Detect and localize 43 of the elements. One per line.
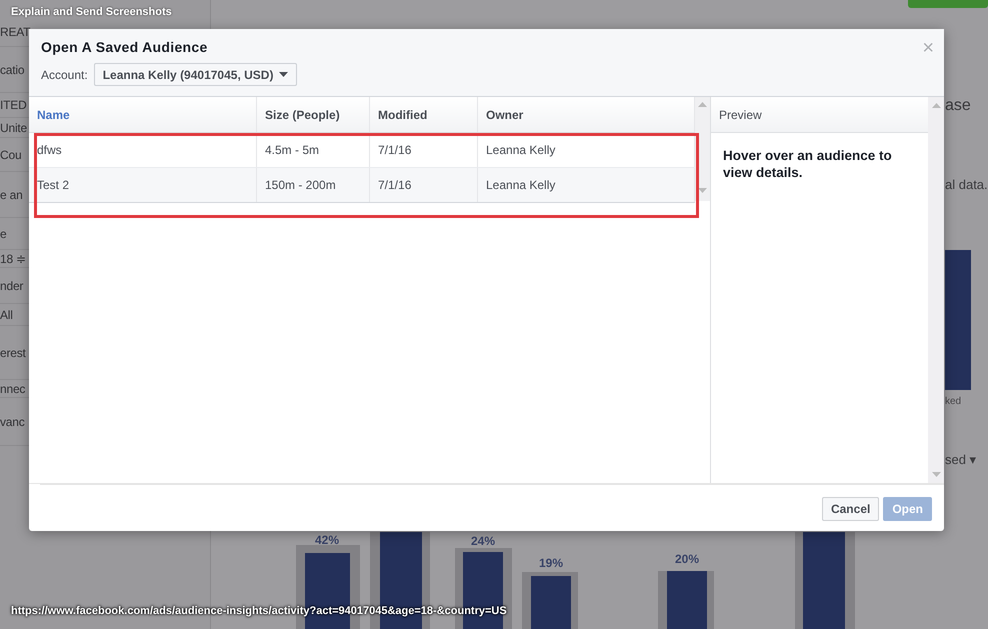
percent-label: 19% bbox=[538, 556, 564, 570]
scroll-down-icon[interactable] bbox=[932, 472, 940, 477]
tool-title: Explain and Send Screenshots bbox=[11, 6, 172, 18]
table-cell: 150m - 200m bbox=[257, 168, 370, 202]
percent-label: 20% bbox=[674, 552, 700, 566]
scrollbar[interactable] bbox=[928, 97, 944, 483]
percent-label: 42% bbox=[314, 533, 340, 547]
percent-label: 24% bbox=[470, 534, 496, 548]
action-button[interactable] bbox=[908, 0, 988, 8]
account-dropdown[interactable]: Leanna Kelly (94017045, USD) bbox=[94, 63, 298, 86]
dialog-title: Open A Saved Audience bbox=[41, 39, 208, 55]
sidebar-text: erest bbox=[0, 346, 26, 360]
table-cell: Test 2 bbox=[29, 168, 257, 202]
sidebar-text: e an bbox=[0, 188, 23, 202]
sidebar-text: Cou bbox=[0, 148, 22, 162]
column-header[interactable]: Name bbox=[29, 97, 257, 132]
bar bbox=[658, 571, 714, 629]
cancel-button[interactable]: Cancel bbox=[822, 497, 880, 521]
sidebar-text: All bbox=[0, 308, 13, 322]
column-header[interactable]: Modified bbox=[370, 97, 478, 132]
sidebar-text: e bbox=[0, 226, 6, 240]
page-text: al data. bbox=[945, 176, 988, 192]
sidebar-text: nder bbox=[0, 278, 24, 292]
scroll-up-icon[interactable] bbox=[932, 103, 940, 108]
page-text: sed ▾ bbox=[945, 452, 977, 466]
table-cell: 4.5m - 5m bbox=[257, 133, 370, 167]
sidebar-text: 18 ≑ bbox=[0, 252, 26, 266]
preview-text: Hover over an audience to view details. bbox=[722, 147, 893, 182]
page-text: ked bbox=[945, 396, 962, 406]
scroll-down-icon[interactable] bbox=[698, 188, 707, 193]
table-cell: 7/1/16 bbox=[370, 168, 478, 202]
sidebar-text: ITED bbox=[0, 98, 27, 112]
table-cell: 7/1/16 bbox=[370, 133, 478, 167]
column-header[interactable]: Size (People) bbox=[257, 97, 370, 132]
page-text: ase bbox=[945, 97, 971, 115]
bar bbox=[522, 572, 578, 629]
caret-icon bbox=[279, 72, 288, 77]
sidebar-text: Unite bbox=[0, 120, 28, 134]
sidebar-text: vanc bbox=[0, 414, 25, 428]
sidebar-text: nnec bbox=[0, 382, 26, 396]
scroll-up-icon[interactable] bbox=[698, 102, 707, 107]
account-label: Account: bbox=[41, 68, 88, 82]
sidebar-text: catio bbox=[0, 62, 24, 76]
